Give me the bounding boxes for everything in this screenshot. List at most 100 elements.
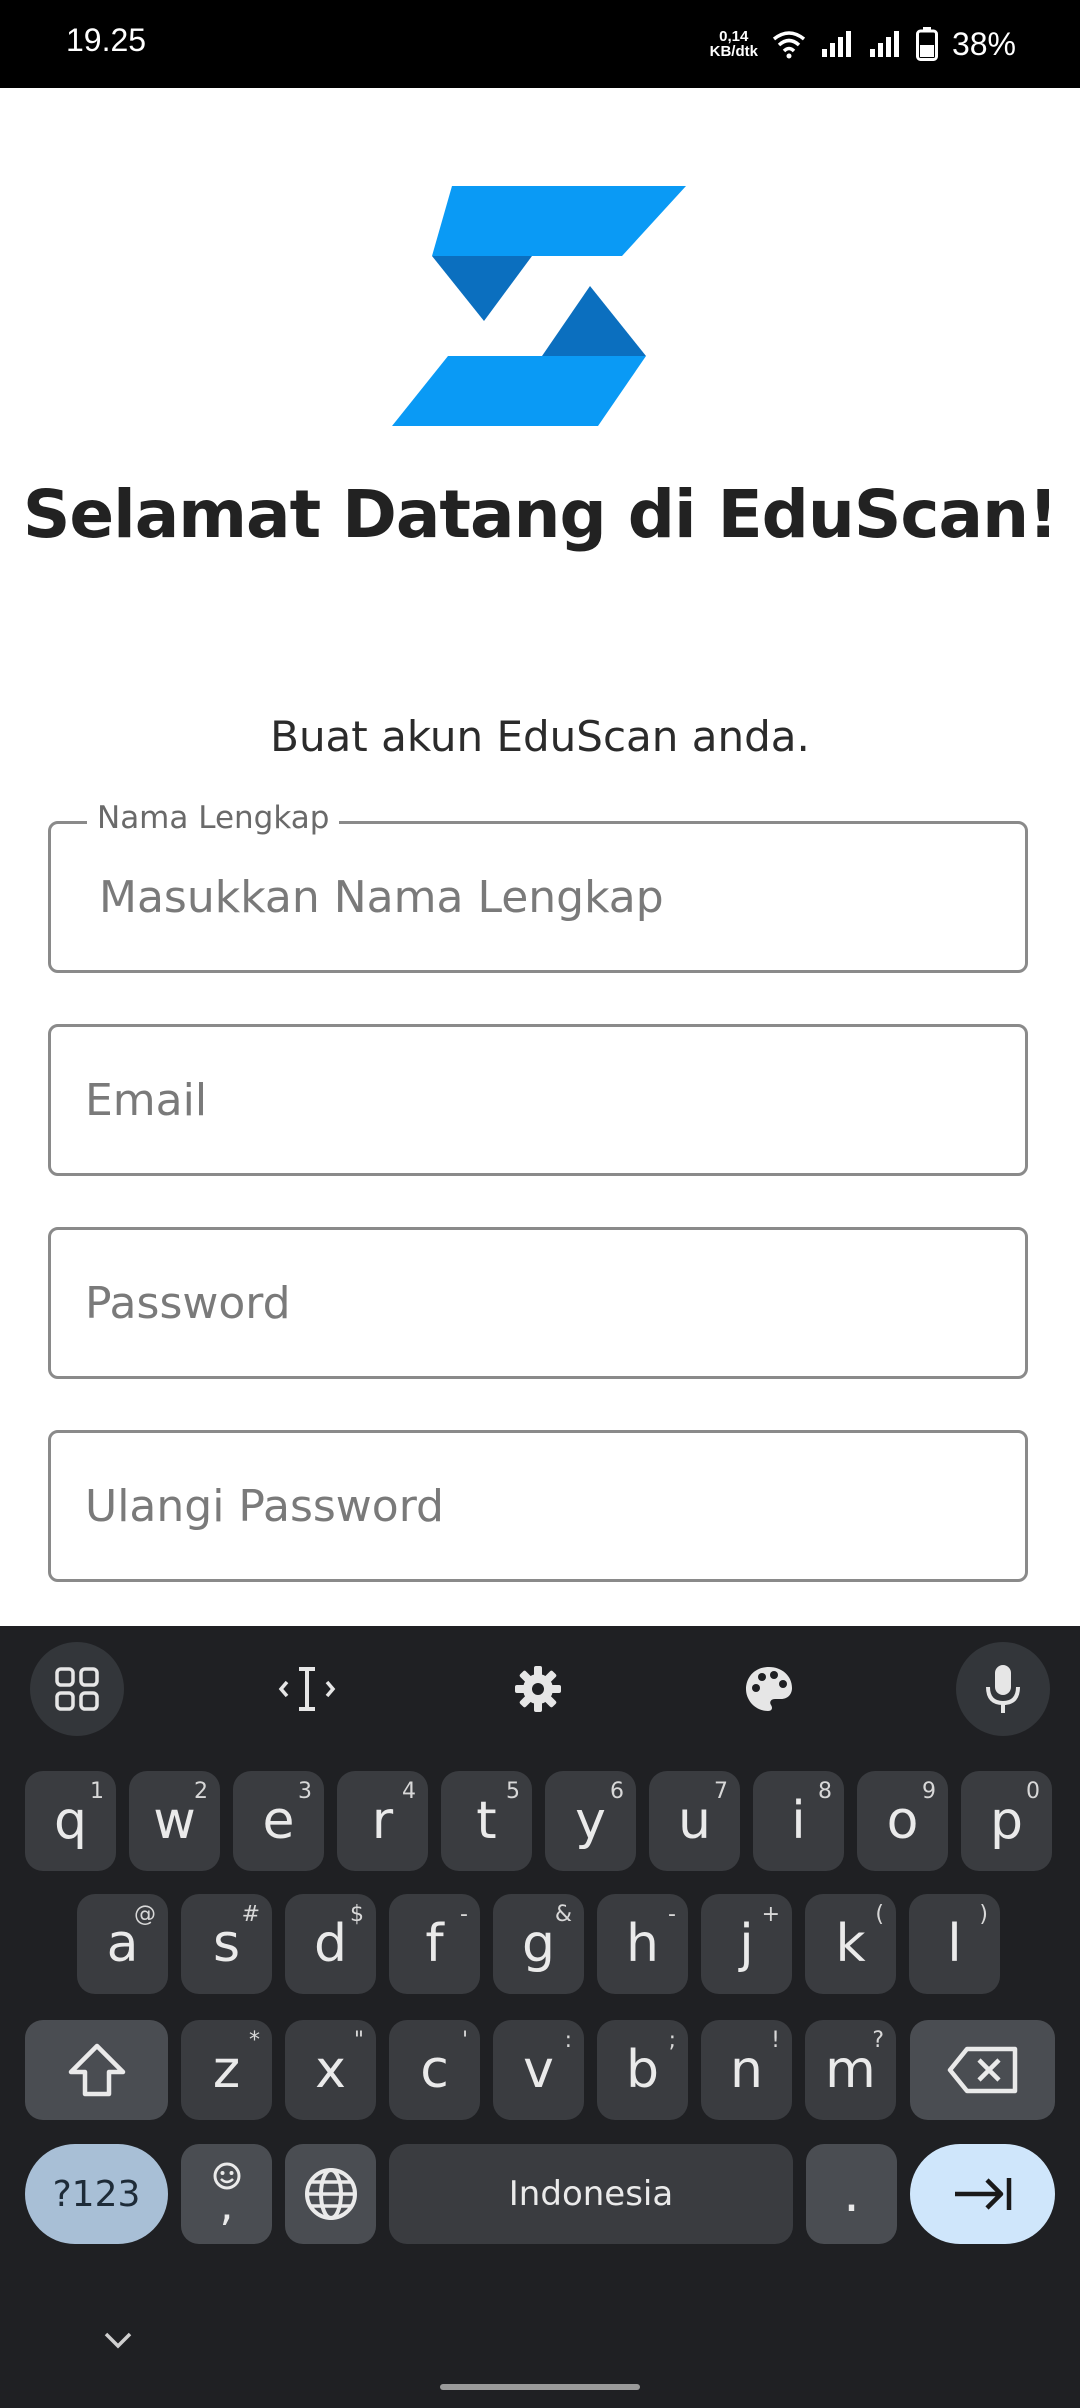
signal-icon (821, 31, 851, 57)
shift-key[interactable] (25, 2020, 168, 2120)
key-j[interactable]: j + (701, 1894, 792, 1994)
key-label: b (625, 2040, 659, 2100)
key-l[interactable]: l) (909, 1894, 1000, 1994)
network-speed: 0,14 KB/dtk (710, 29, 758, 59)
symbols-key[interactable]: ?123 (25, 2144, 168, 2244)
tab-next-icon (954, 2178, 1011, 2210)
key-m[interactable]: m? (805, 2020, 896, 2120)
next-field-key[interactable] (910, 2144, 1055, 2244)
key-n[interactable]: n! (701, 2020, 792, 2120)
key-label: n (730, 2040, 763, 2100)
key-hint: - (668, 1902, 676, 1927)
key-hint: 9 (922, 1779, 936, 1804)
key-s[interactable]: s # (181, 1894, 272, 1994)
key-hint: + (761, 1902, 780, 1927)
key-label: s (212, 1914, 241, 1974)
language-key[interactable] (285, 2144, 376, 2244)
key-c[interactable]: c ' (389, 2020, 480, 2120)
key-label: q (53, 1791, 87, 1851)
text-cursor-button[interactable] (260, 1642, 354, 1736)
key-hint: $ (350, 1902, 364, 1927)
key-r[interactable]: r4 (337, 1771, 428, 1871)
welcome-title: Selamat Datang di EduScan! (22, 476, 1058, 553)
key-hint: * (249, 2028, 260, 2053)
email-field[interactable] (48, 1024, 1028, 1176)
key-label: m (825, 2040, 876, 2100)
key-hint: 0 (1026, 1779, 1040, 1804)
key-hint: : (564, 2028, 572, 2053)
key-label: w (153, 1791, 196, 1851)
key-e[interactable]: e3 (233, 1771, 324, 1871)
key-hint: @ (134, 1902, 156, 1927)
period-key[interactable]: . (806, 2144, 897, 2244)
key-b[interactable]: b; (597, 2020, 688, 2120)
key-x[interactable]: x " (285, 2020, 376, 2120)
key-hint: ? (872, 2028, 884, 2053)
comma-label: , (219, 2180, 234, 2231)
key-label: y (575, 1791, 606, 1851)
key-hint: 1 (90, 1779, 104, 1804)
key-hint: 3 (298, 1779, 312, 1804)
key-d[interactable]: d $ (285, 1894, 376, 1994)
key-y[interactable]: y6 (545, 1771, 636, 1871)
key-label: v (523, 2040, 554, 2100)
gear-icon (515, 1666, 561, 1712)
key-p[interactable]: p0 (961, 1771, 1052, 1871)
key-f[interactable]: f- (389, 1894, 480, 1994)
key-hint: 7 (714, 1779, 728, 1804)
hide-keyboard-icon[interactable] (98, 2326, 138, 2352)
home-indicator[interactable] (440, 2384, 640, 2390)
key-q[interactable]: q1 (25, 1771, 116, 1871)
settings-button[interactable] (491, 1642, 585, 1736)
key-hint: 5 (506, 1779, 520, 1804)
voice-input-button[interactable] (956, 1642, 1050, 1736)
eduscan-logo (392, 186, 686, 426)
key-label: c (420, 2040, 449, 2100)
symbols-key-label: ?123 (52, 2173, 141, 2215)
repeat-password-field[interactable] (48, 1430, 1028, 1582)
key-label: f (425, 1914, 444, 1974)
key-z[interactable]: z * (181, 2020, 272, 2120)
key-w[interactable]: w2 (129, 1771, 220, 1871)
keyboard-toolbar (0, 1626, 1080, 1744)
full-name-field[interactable]: Nama Lengkap (48, 800, 1028, 973)
key-label: i (791, 1791, 806, 1851)
key-v[interactable]: v: (493, 2020, 584, 2120)
key-hint: ' (461, 2028, 468, 2053)
signal-icon (869, 31, 899, 57)
key-label: x (315, 2040, 346, 2100)
key-o[interactable]: o9 (857, 1771, 948, 1871)
backspace-key[interactable] (910, 2020, 1055, 2120)
microphone-icon (986, 1665, 1020, 1713)
emoji-comma-key[interactable]: , (181, 2144, 272, 2244)
repeat-password-input[interactable] (51, 1433, 1025, 1579)
key-label: j (739, 1914, 754, 1974)
key-u[interactable]: u7 (649, 1771, 740, 1871)
globe-icon (304, 2168, 357, 2220)
key-a[interactable]: a @ (77, 1894, 168, 1994)
key-label: z (212, 2040, 241, 2100)
key-k[interactable]: k( (805, 1894, 896, 1994)
key-hint: 6 (610, 1779, 624, 1804)
key-t[interactable]: t5 (441, 1771, 532, 1871)
password-input[interactable] (51, 1230, 1025, 1376)
key-label: g (521, 1914, 555, 1974)
password-field[interactable] (48, 1227, 1028, 1379)
apps-grid-icon (55, 1667, 99, 1711)
space-key[interactable]: Indonesia (389, 2144, 793, 2244)
key-label: t (476, 1791, 497, 1851)
email-input[interactable] (51, 1027, 1025, 1173)
key-g[interactable]: g & (493, 1894, 584, 1994)
key-hint: 4 (402, 1779, 416, 1804)
key-hint: 8 (818, 1779, 832, 1804)
key-label: h (626, 1914, 659, 1974)
apps-grid-button[interactable] (30, 1642, 124, 1736)
wifi-icon (772, 31, 806, 59)
key-i[interactable]: i8 (753, 1771, 844, 1871)
full-name-input[interactable] (51, 824, 1025, 970)
theme-button[interactable] (722, 1642, 816, 1736)
key-h[interactable]: h- (597, 1894, 688, 1994)
battery-percent: 38% (951, 25, 1016, 62)
backspace-icon (947, 2046, 1017, 2094)
key-hint: & (554, 1902, 572, 1927)
